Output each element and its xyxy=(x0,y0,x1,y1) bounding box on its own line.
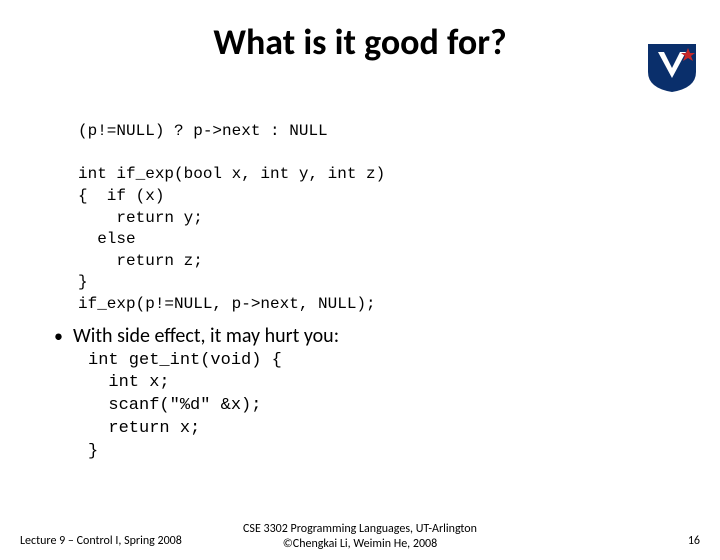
code-snippet-ternary: (p!=NULL) ? p->next : NULL xyxy=(78,120,638,142)
footer-center-line1: CSE 3302 Programming Languages, UT-Arlin… xyxy=(0,522,720,537)
bullet-item: • With side effect, it may hurt you: xyxy=(54,324,638,348)
bullet-text: With side effect, it may hurt you: xyxy=(73,324,339,348)
code-snippet-if-exp: int if_exp(bool x, int y, int z) { if (x… xyxy=(78,164,638,315)
slide-number: 16 xyxy=(688,534,700,548)
slide-body: (p!=NULL) ? p->next : NULL int if_exp(bo… xyxy=(78,120,638,464)
code-snippet-get-int: int get_int(void) { int x; scanf("%d" &x… xyxy=(88,350,638,465)
footer-center-line2: ©Chengkai Li, Weimin He, 2008 xyxy=(0,537,720,552)
footer-center: CSE 3302 Programming Languages, UT-Arlin… xyxy=(0,522,720,552)
uta-logo xyxy=(644,38,700,94)
bullet-marker: • xyxy=(54,325,63,347)
slide-title: What is it good for? xyxy=(0,20,720,64)
